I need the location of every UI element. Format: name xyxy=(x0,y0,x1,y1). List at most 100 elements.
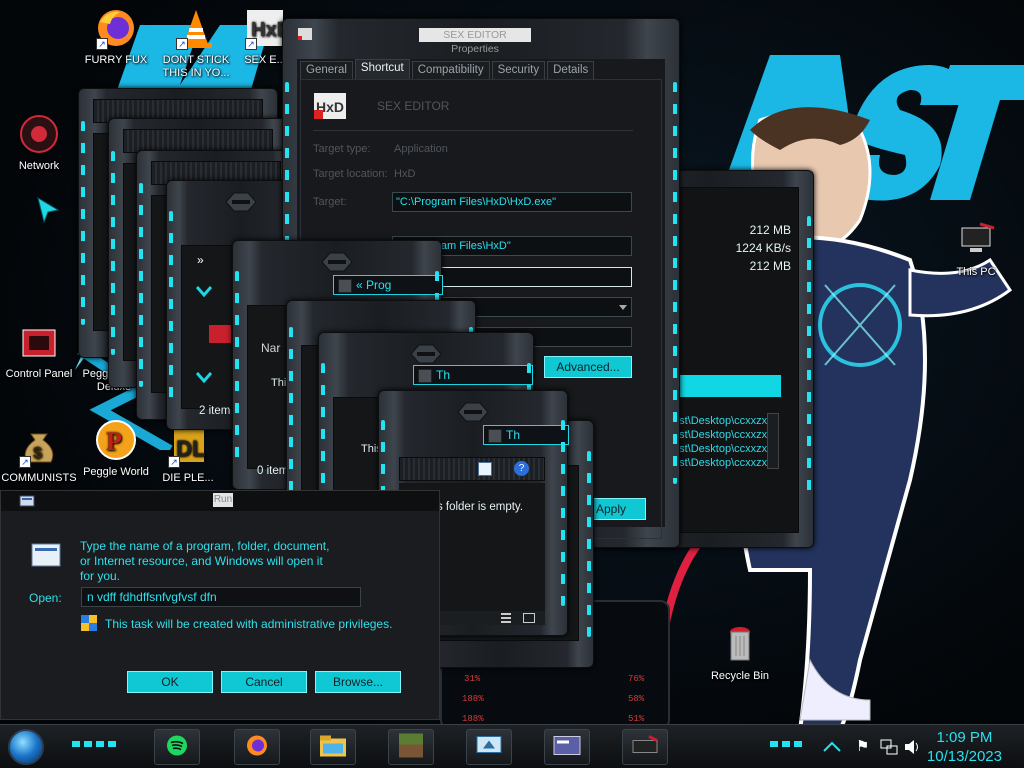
taskbar-file-explorer[interactable] xyxy=(310,729,356,765)
list-item: ast\Desktop\ccxxzx xyxy=(673,429,768,441)
open-label: Open: xyxy=(29,591,62,605)
desktop-icon-peggle-world[interactable]: P Peggle World xyxy=(74,418,158,479)
tab-details[interactable]: Details xyxy=(547,61,595,79)
target-location-value: HxD xyxy=(394,168,416,180)
list-scrollbar[interactable] xyxy=(767,413,779,469)
list-item: ast\Desktop\ccxxzx xyxy=(673,415,768,427)
large-icons-view-icon[interactable] xyxy=(523,613,535,623)
taskbar-lights xyxy=(72,741,116,747)
progress-bar xyxy=(673,375,781,397)
properties-tabs: General Shortcut Compatibility Security … xyxy=(300,59,596,79)
action-center-flag-icon[interactable]: ⚑ xyxy=(856,737,869,755)
list-item: ast\Desktop\ccxxzx xyxy=(673,443,768,455)
taskbar-lights xyxy=(770,741,802,747)
folder-icon xyxy=(418,368,432,383)
cursor-arrow-icon xyxy=(37,196,60,224)
address-bar[interactable]: Th xyxy=(413,365,533,385)
divider xyxy=(313,130,633,131)
taskbar-flag-app[interactable] xyxy=(622,729,668,765)
recycle-bin-icon xyxy=(718,622,762,666)
address-bar[interactable]: Th xyxy=(483,425,569,445)
layout-pane-icon[interactable] xyxy=(478,462,492,476)
tab-general[interactable]: General xyxy=(300,61,353,79)
control-panel-icon xyxy=(209,325,231,343)
network-icon xyxy=(17,112,61,156)
desktop-icon-network[interactable]: Network xyxy=(0,112,81,173)
frame-emblem-icon xyxy=(321,252,353,272)
svg-text:P: P xyxy=(106,427,122,456)
minecraft-icon xyxy=(398,733,424,762)
nav-forward-button[interactable]: » xyxy=(197,253,204,267)
browse-button[interactable]: Browse... xyxy=(315,671,401,693)
target-type-label: Target type: xyxy=(313,143,371,155)
run-app-icon xyxy=(19,495,35,507)
file-explorer-icon xyxy=(319,734,347,761)
frame-emblem-icon xyxy=(225,192,257,212)
ok-button[interactable]: OK xyxy=(127,671,213,693)
explorer-toolbar: ? xyxy=(399,457,545,481)
desktop-icon-this-pc[interactable]: This PC xyxy=(934,218,1018,279)
cancel-button[interactable]: Cancel xyxy=(221,671,307,693)
card-icon xyxy=(553,736,581,759)
list-item: ast\Desktop\ccxxzx xyxy=(673,457,768,469)
frame-emblem-icon xyxy=(410,344,442,364)
system-clock[interactable]: 1:09 PM 10/13/2023 xyxy=(927,728,1002,766)
flag-app-icon xyxy=(631,735,659,760)
taskbar: ⚑ 1:09 PM 10/13/2023 xyxy=(0,724,1024,768)
run-dialog[interactable]: Run Type the name of a program, folder, … xyxy=(0,490,440,720)
taskbar-minecraft[interactable] xyxy=(388,729,434,765)
run-program-icon xyxy=(31,543,61,567)
target-location-label: Target location: xyxy=(313,168,388,180)
advanced-button[interactable]: Advanced... xyxy=(544,356,632,378)
address-bar[interactable]: « Prog xyxy=(333,275,443,295)
status-item-count: 2 item xyxy=(199,405,231,417)
hud-readout: 188% xyxy=(462,714,484,724)
taskbar-remote-desktop[interactable] xyxy=(466,729,512,765)
clock-date: 10/13/2023 xyxy=(926,748,1002,765)
die-icon: DL ↗ xyxy=(166,424,210,468)
tab-security[interactable]: Security xyxy=(491,61,546,79)
target-field[interactable]: "C:\Program Files\HxD\HxD.exe" xyxy=(392,192,632,212)
stat-value: 212 MB xyxy=(749,259,791,273)
desktop-icon-furry-fux[interactable]: ↗ FURRY FUX xyxy=(74,6,158,67)
start-orb-button[interactable] xyxy=(8,729,44,765)
taskbar-spotify[interactable] xyxy=(154,729,200,765)
run-description: Type the name of a program, folder, docu… xyxy=(80,539,330,583)
status-item-count: 0 item xyxy=(257,465,289,477)
taskbar-firefox[interactable] xyxy=(234,729,280,765)
remote-desktop-icon xyxy=(475,735,503,760)
hud-readout: 31% xyxy=(464,674,481,684)
tab-shortcut[interactable]: Shortcut xyxy=(354,59,410,79)
svg-text:$: $ xyxy=(33,445,42,462)
show-hidden-icons-icon[interactable] xyxy=(822,741,842,753)
target-label: Target: xyxy=(313,196,347,208)
admin-note: This task will be created with administr… xyxy=(105,617,393,631)
hud-readout: 51% xyxy=(628,714,645,724)
spotify-icon xyxy=(166,735,188,760)
desktop-icon-communists[interactable]: $ ↗ COMMUNISTS xyxy=(0,424,81,485)
stat-value: 212 MB xyxy=(749,223,791,237)
volume-icon[interactable] xyxy=(904,739,922,755)
open-input[interactable]: n vdff fdhdffsnfvgfvsf dfn xyxy=(81,587,361,607)
desktop-icon-control-panel[interactable]: Control Panel xyxy=(0,320,81,381)
frame-emblem-icon xyxy=(457,402,489,422)
tab-compatibility[interactable]: Compatibility xyxy=(411,61,490,79)
desktop-icon-dont-stick[interactable]: ↗ DONT STICK THIS IN YO... xyxy=(154,6,238,80)
control-panel-icon xyxy=(17,320,61,364)
run-titlebar: Run xyxy=(1,491,439,511)
taskbar-card-app[interactable] xyxy=(544,729,590,765)
file-list[interactable]: ast\Desktop\ccxxzx ast\Desktop\ccxxzx as… xyxy=(673,415,781,481)
network-tray-icon[interactable] xyxy=(880,739,898,755)
hxd-icon: HxD xyxy=(314,93,346,119)
target-type-value: Application xyxy=(394,143,448,155)
vlc-cone-icon: ↗ xyxy=(174,6,218,50)
hud-readout: 76% xyxy=(628,674,645,684)
desktop-icon-recycle-bin[interactable]: Recycle Bin xyxy=(698,622,782,683)
desktop-icon-die[interactable]: DL ↗ DIE PLE... xyxy=(158,424,218,485)
hud-readout: 188% xyxy=(462,694,484,704)
details-view-icon[interactable] xyxy=(501,613,511,623)
help-icon[interactable]: ? xyxy=(514,461,529,476)
column-header-name[interactable]: Nar xyxy=(261,341,280,355)
money-bag-icon: $ ↗ xyxy=(17,424,61,468)
admin-shield-icon xyxy=(81,615,97,631)
